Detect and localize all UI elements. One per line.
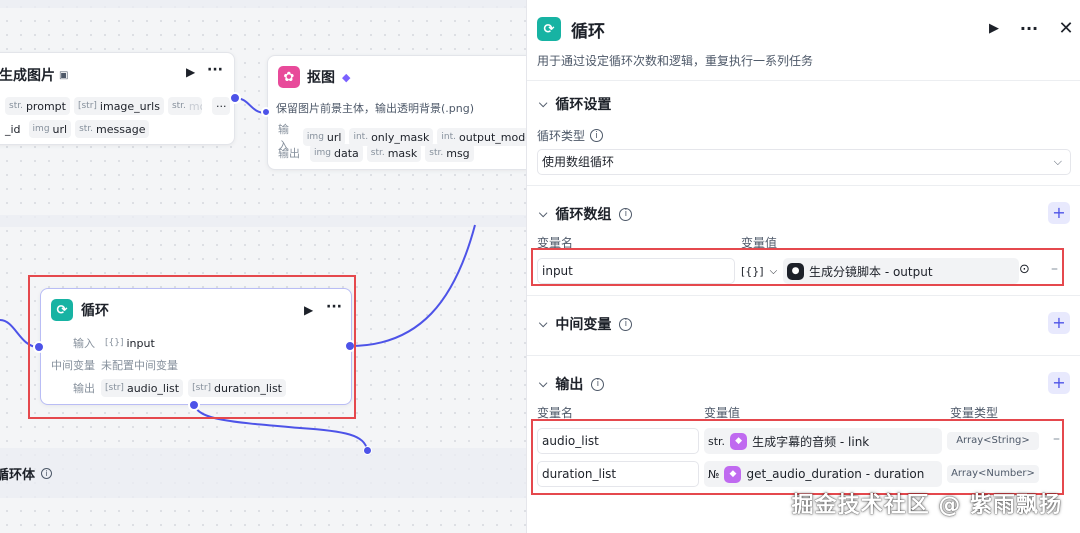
section-loop-array: ⌵ 循环数组 i + 变量名 变量值 input [{}] ⌵ ● 生成分镜脚本 … — [527, 185, 1080, 295]
more-icon[interactable]: ··· — [1017, 14, 1041, 44]
output-type-chip: Array<Number> — [947, 465, 1039, 483]
cutout-icon: ✿ — [278, 66, 300, 88]
chevron-down-icon: ⌵ — [769, 265, 778, 277]
output-tag: str. mask — [366, 144, 422, 162]
loop-config-panel: ⟳ 循环 ▶ ··· ✕ 用于通过设定循环次数和逻辑，重复执行一系列任务 ⌵ 循… — [526, 0, 1080, 533]
loop-body-port[interactable] — [188, 399, 200, 411]
run-icon[interactable]: ▶ — [304, 303, 313, 317]
node-title: 抠图 — [307, 70, 335, 86]
close-icon[interactable]: ✕ — [1054, 14, 1078, 44]
info-icon: i — [619, 207, 633, 221]
output-value-ref[interactable]: str. ◆ 生成字幕的音频 - link — [704, 428, 942, 454]
loop-array-value-ref[interactable]: ● 生成分镜脚本 - output — [783, 258, 1019, 284]
output-value-ref[interactable]: № ◆ get_audio_duration - duration — [704, 461, 942, 487]
node-title: 生成图片 — [0, 68, 55, 84]
output-tag: str. msg — [425, 144, 474, 162]
output-tag: img url — [28, 120, 72, 138]
remove-icon[interactable]: – — [1051, 261, 1058, 277]
section-middle-vars: ⌵ 中间变量 i + — [527, 295, 1080, 355]
node-title: 循环 — [81, 303, 109, 319]
section-header[interactable]: ⌵ 输出 i — [539, 374, 605, 394]
loop-icon: ⟳ — [537, 17, 561, 41]
target-icon[interactable]: ⊙ — [1019, 262, 1030, 277]
info-icon: i — [591, 377, 605, 391]
input-tags: str.prompt [str]image_urls str.mo ··· — [5, 97, 231, 115]
node-ref-icon: ◆ — [730, 432, 748, 450]
input-port[interactable] — [33, 341, 45, 353]
output-tag: str. message — [75, 120, 150, 138]
watermark: 掘金技术社区 @ 紫雨飘扬 — [791, 493, 1062, 518]
col-name-label: 变量名 — [537, 236, 574, 250]
run-icon[interactable]: ▶ — [982, 14, 1006, 44]
add-middle-var-button[interactable]: + — [1048, 312, 1070, 334]
node-ref-icon: ● — [787, 262, 804, 280]
info-icon: i — [41, 468, 53, 479]
output-tag: img data — [310, 144, 363, 162]
plugin-badge-icon: ◆ — [342, 70, 351, 84]
input-tag: [{}] input — [105, 336, 155, 350]
loop-type-label: 循环类型 i — [537, 127, 604, 144]
workflow-canvas[interactable]: 生成图片 ▣ ▶ ··· str. prompt [str] image_urls … — [0, 0, 526, 533]
output-port[interactable] — [229, 92, 241, 104]
input-tag: str. prompt — [5, 97, 70, 115]
image-icon: ▣ — [59, 69, 69, 81]
loop-middle-row: 中间变量 未配置中间变量 — [51, 359, 178, 372]
chevron-down-icon: ⌵ — [539, 317, 548, 330]
chevron-down-icon: ⌵ — [539, 207, 548, 220]
col-value-label: 变量值 — [741, 236, 778, 250]
add-output-button[interactable]: + — [1048, 372, 1070, 394]
input-port[interactable] — [261, 107, 271, 117]
info-icon: i — [619, 317, 633, 331]
section-header[interactable]: ⌵ 循环数组 i — [539, 204, 633, 224]
node-description: 保留图片前景主体，输出透明背景(.png) — [276, 102, 475, 115]
node-cutout[interactable]: ✿ 抠图 ◆ 保留图片前景主体，输出透明背景(.png) 输入 img url i… — [267, 55, 526, 170]
type-select[interactable]: [{}] ⌵ — [741, 258, 777, 284]
col-name-label: 变量名 — [537, 406, 574, 420]
loop-icon: ⟳ — [51, 299, 73, 321]
section-header[interactable]: ⌵ 循环设置 — [539, 94, 611, 114]
chevron-down-icon: ⌵ — [539, 377, 548, 390]
output-row: 输出 img data str. mask str. msg — [278, 144, 474, 162]
loop-input-row: 输入 [{}] input — [51, 334, 159, 352]
panel-title: 循环 — [571, 21, 605, 42]
section-loop-settings: ⌵ 循环设置 循环类型 i 使用数组循环 ⌵ — [527, 80, 1080, 185]
loop-type-select[interactable]: 使用数组循环 ⌵ — [537, 149, 1071, 175]
node-loop[interactable]: ⟳ 循环 ▶ ··· 输入 [{}] input 中间变量 未配置中间变量 输出 … — [40, 288, 352, 405]
loop-array-name-input[interactable]: input — [537, 258, 735, 284]
section-header[interactable]: ⌵ 中间变量 i — [539, 314, 633, 334]
output-tag: [str] audio_list — [101, 379, 184, 397]
output-port[interactable] — [344, 340, 356, 352]
output-tags: _id img url str. message — [1, 120, 150, 138]
node-ref-icon: ◆ — [724, 465, 742, 483]
node-generate-image[interactable]: 生成图片 ▣ ▶ ··· str. prompt [str] image_urls … — [0, 52, 235, 145]
col-type-label: 变量类型 — [950, 406, 999, 420]
remove-icon[interactable]: – — [1053, 431, 1060, 447]
output-tag: _id — [5, 122, 21, 136]
more-icon[interactable]: ··· — [207, 62, 223, 78]
run-icon[interactable]: ▶ — [186, 65, 195, 79]
more-icon[interactable]: ··· — [326, 299, 342, 315]
loop-output-row: 输出 [str] audio_list [str] duration_list — [51, 379, 286, 397]
loop-body-input-port[interactable] — [363, 446, 372, 455]
info-icon: i — [590, 129, 604, 142]
chevron-down-icon: ⌵ — [539, 97, 548, 110]
add-loop-array-button[interactable]: + — [1048, 202, 1070, 224]
more-inputs-tag: ··· — [211, 97, 231, 115]
input-tag: [str] image_urls — [73, 97, 164, 115]
output-type-chip: Array<String> — [947, 432, 1039, 450]
chevron-down-icon: ⌵ — [1053, 155, 1062, 168]
output-name-input[interactable]: duration_list — [537, 461, 699, 487]
input-tag: str.mo — [167, 97, 202, 115]
output-tag: [str] duration_list — [188, 379, 286, 397]
output-name-input[interactable]: audio_list — [537, 428, 699, 454]
loop-body-label: 循环体 i — [0, 464, 53, 483]
panel-header: ⟳ 循环 ▶ ··· ✕ — [537, 14, 1074, 44]
panel-description: 用于通过设定循环次数和逻辑，重复执行一系列任务 — [537, 54, 814, 68]
col-value-label: 变量值 — [704, 406, 741, 420]
